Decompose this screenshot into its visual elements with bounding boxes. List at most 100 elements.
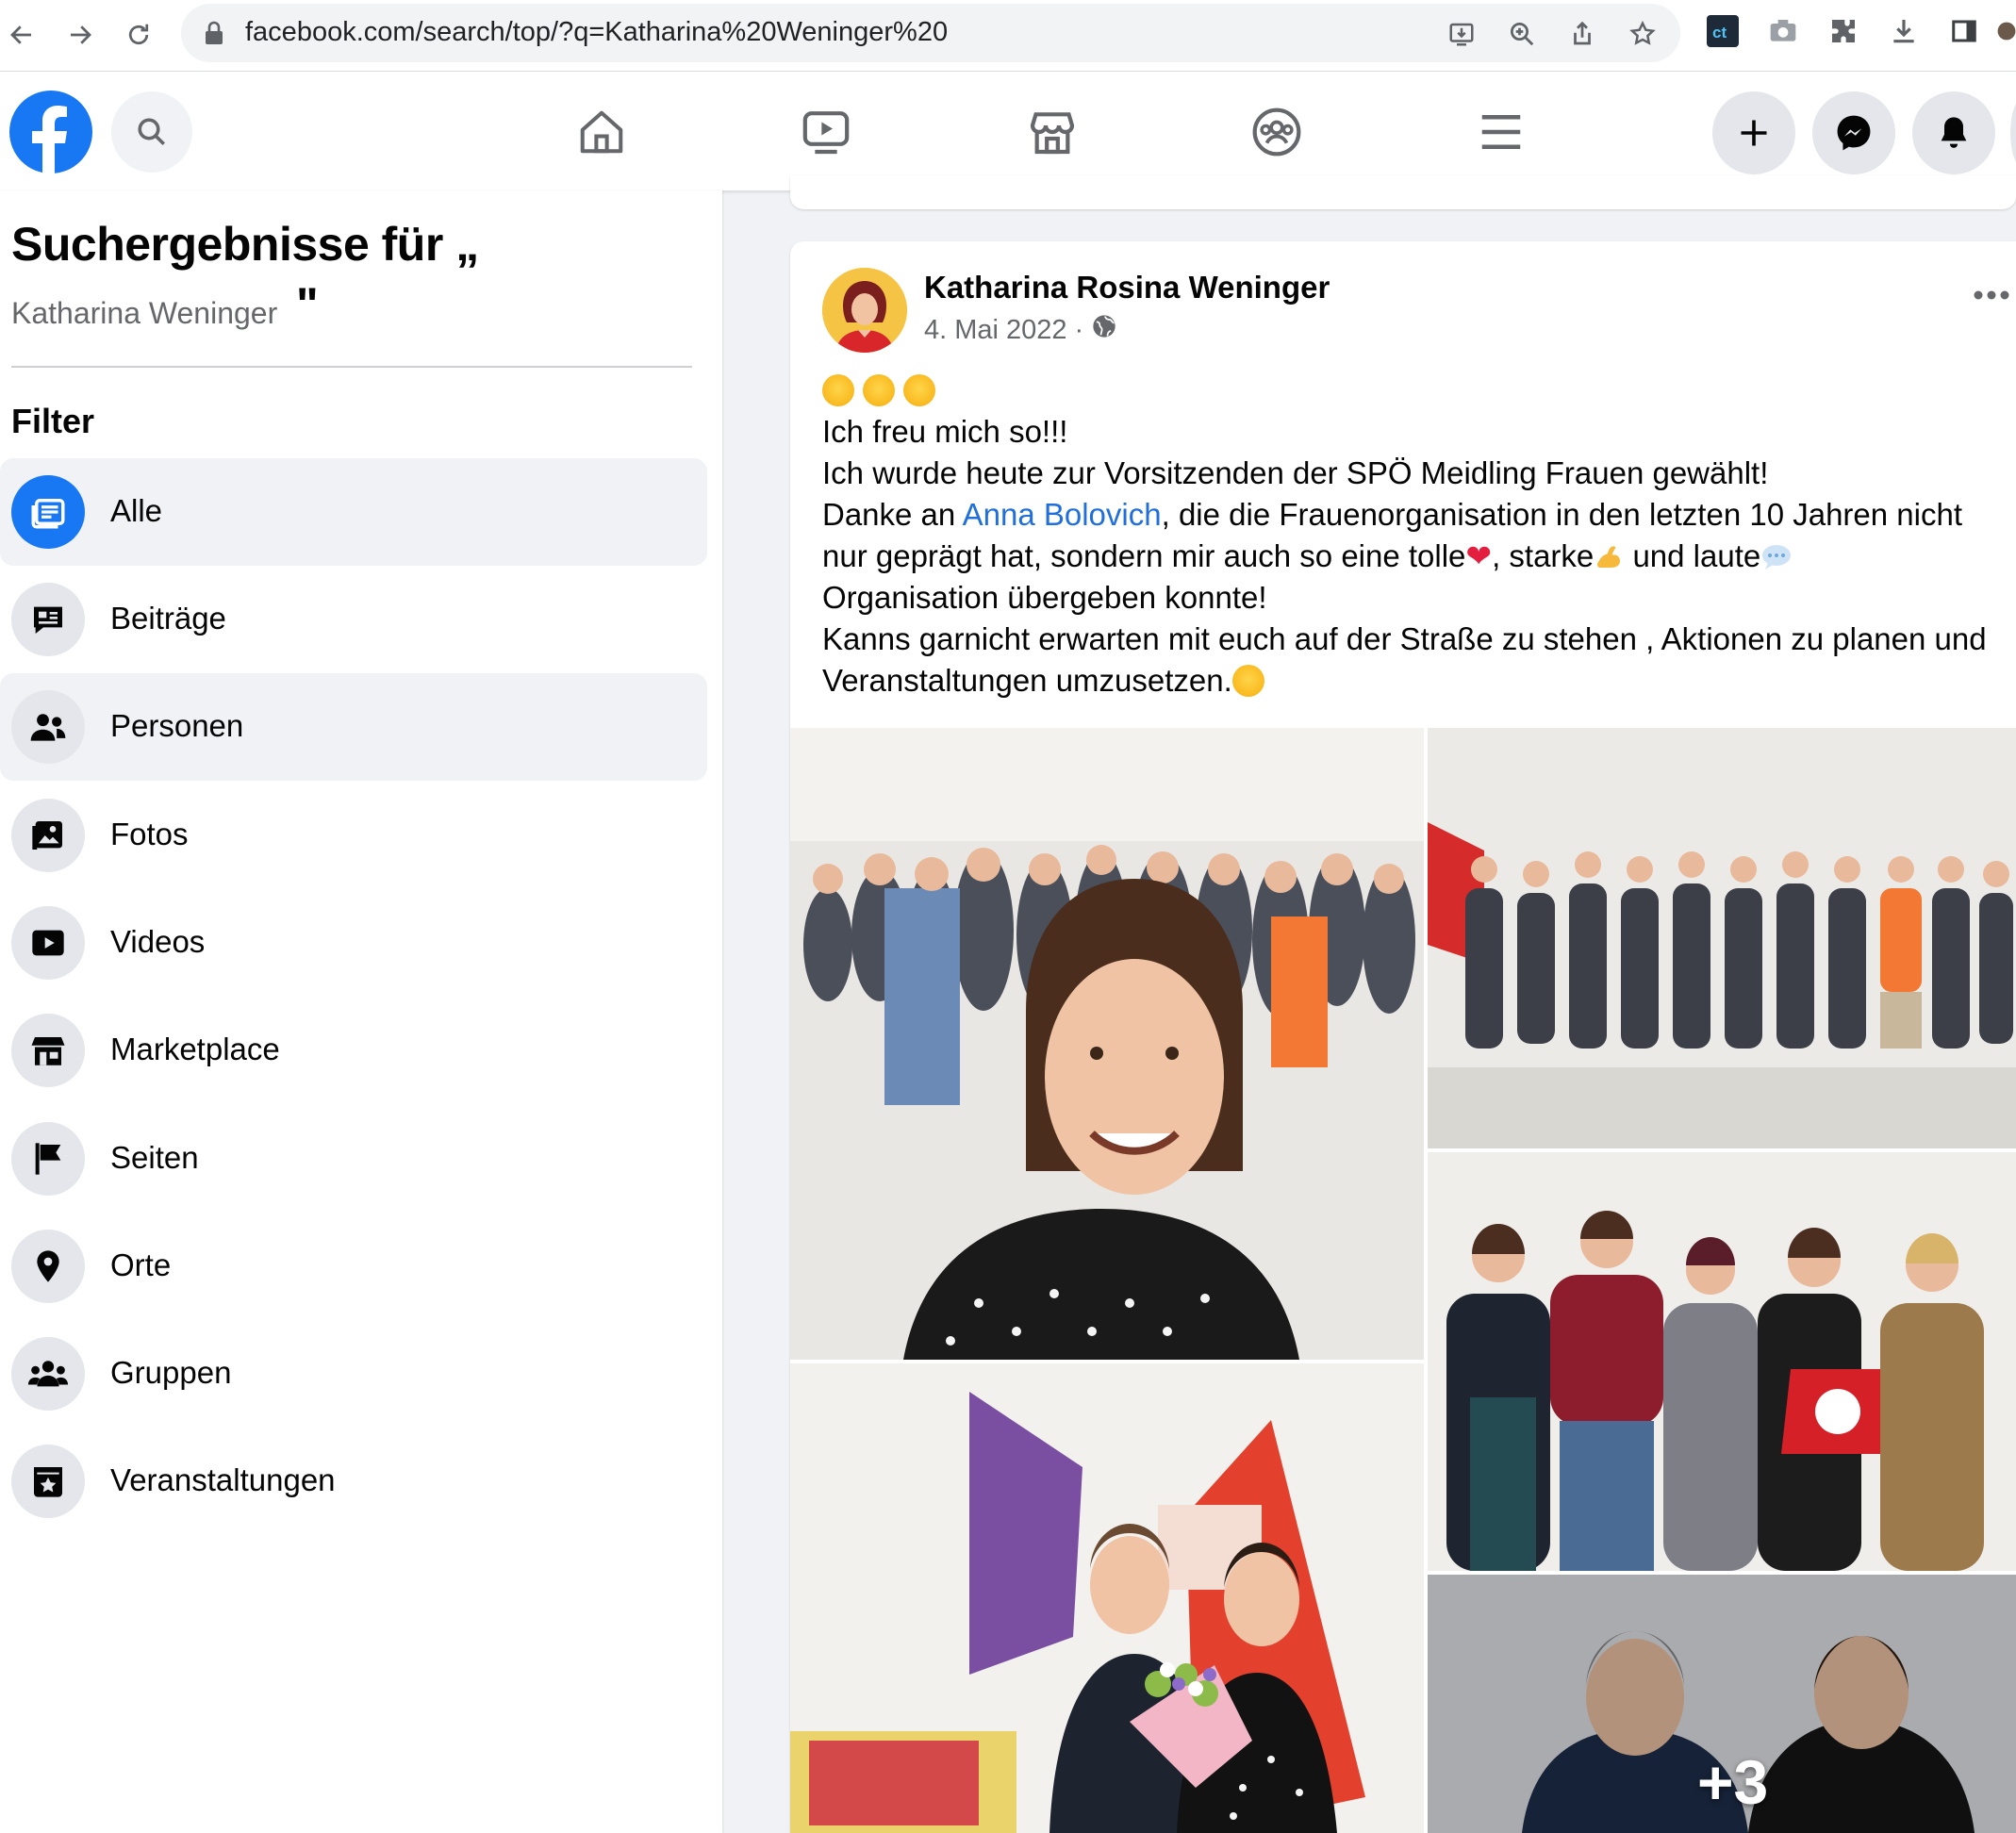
filter-item-gruppen[interactable]: Gruppen xyxy=(0,1320,707,1428)
notifications-bell-icon[interactable] xyxy=(1912,91,1995,174)
extensions-puzzle-icon[interactable] xyxy=(1827,15,1859,47)
svg-text:ct: ct xyxy=(1712,24,1727,41)
more-options-icon[interactable] xyxy=(1973,289,2016,307)
reload-icon[interactable] xyxy=(117,13,160,57)
post-line: Kanns garnicht erwarten mit euch auf der… xyxy=(822,621,1987,656)
filter-label: Marketplace xyxy=(110,1032,280,1066)
facebook-logo-icon[interactable] xyxy=(9,91,92,173)
filter-label: Gruppen xyxy=(110,1355,232,1390)
flag-icon xyxy=(11,1122,85,1196)
text-span: Danke an xyxy=(822,497,963,532)
filter-item-beitraege[interactable]: Beiträge xyxy=(0,566,707,673)
emoji-row xyxy=(822,370,2016,411)
text-span: , die die Frauenorganisation in den letz… xyxy=(1161,497,1963,532)
install-app-icon[interactable] xyxy=(1446,19,1477,49)
messenger-icon[interactable] xyxy=(1812,91,1895,174)
browser-toolbar: facebook.com/search/top/?q=Katharina%20W… xyxy=(0,0,2016,72)
create-plus-icon[interactable] xyxy=(1712,91,1795,174)
download-icon[interactable] xyxy=(1888,15,1920,47)
home-icon[interactable] xyxy=(568,98,636,166)
video-play-icon xyxy=(11,906,85,980)
star-struck-icon xyxy=(1231,665,1264,697)
photo-grid: +3 xyxy=(790,728,2016,1833)
groups-nav-icon[interactable] xyxy=(1243,98,1311,166)
filter-item-seiten[interactable]: Seiten xyxy=(0,1105,707,1213)
post-card: Katharina Rosina Weninger 4. Mai 2022 · … xyxy=(790,241,2016,1833)
page-title: Suchergebnisse für „ xyxy=(11,218,479,271)
share-icon[interactable] xyxy=(1567,19,1597,49)
photos-icon xyxy=(11,799,85,872)
partying-face-icon xyxy=(822,374,854,406)
photo-group-selfie[interactable] xyxy=(790,728,1424,1360)
side-panel-icon[interactable] xyxy=(1948,15,1980,47)
text-span: Veranstaltungen umzusetzen. xyxy=(822,663,1232,698)
forward-arrow-icon[interactable] xyxy=(58,13,102,57)
facebook-top-bar xyxy=(0,72,2016,190)
text-span: und laute xyxy=(1624,538,1761,573)
watch-video-icon[interactable] xyxy=(792,98,860,166)
search-sidebar: Suchergebnisse für „ Katharina Weninger … xyxy=(0,190,722,1833)
post-text: Ich freu mich so!!! Ich wurde heute zur … xyxy=(822,370,2016,702)
profile-avatar-icon[interactable] xyxy=(1997,15,2016,47)
partying-face-icon xyxy=(903,374,936,406)
posts-icon xyxy=(11,583,85,656)
marketplace-nav-icon[interactable] xyxy=(1018,98,1086,166)
photo-group-standing[interactable] xyxy=(1428,728,2016,1148)
filter-item-veranstaltungen[interactable]: Veranstaltungen xyxy=(0,1428,707,1535)
mention-link[interactable]: Anna Bolovich xyxy=(963,497,1162,532)
filter-label: Personen xyxy=(110,708,244,743)
url-text[interactable]: facebook.com/search/top/?q=Katharina%20W… xyxy=(245,17,948,48)
filter-item-alle[interactable]: Alle xyxy=(0,458,707,566)
search-query: Katharina Weninger xyxy=(11,296,278,330)
account-avatar[interactable] xyxy=(2010,91,2016,174)
filter-item-marketplace[interactable]: Marketplace xyxy=(0,997,707,1104)
partying-face-icon xyxy=(863,374,896,406)
post-line: Organisation übergeben konnte! xyxy=(822,580,1267,615)
post-line: nur geprägt hat, sondern mir auch so ein… xyxy=(822,536,2016,577)
globe-icon xyxy=(1091,313,1117,347)
heart-icon: ❤ xyxy=(1465,538,1493,573)
groups-icon xyxy=(11,1337,85,1411)
divider xyxy=(11,366,692,368)
filter-label: Beiträge xyxy=(110,601,226,636)
lock-icon xyxy=(204,20,224,51)
ct-extension-icon[interactable]: ct xyxy=(1707,15,1739,47)
camera-extension-icon[interactable] xyxy=(1767,15,1799,47)
filter-label: Alle xyxy=(110,493,163,528)
people-icon xyxy=(11,690,85,764)
filter-item-orte[interactable]: Orte xyxy=(0,1213,707,1320)
marketplace-icon xyxy=(11,1014,85,1087)
filter-label: Orte xyxy=(110,1247,172,1282)
menu-hamburger-icon[interactable] xyxy=(1467,98,1535,166)
back-arrow-icon[interactable] xyxy=(0,13,43,57)
post-line: Ich wurde heute zur Vorsitzenden der SPÖ… xyxy=(822,455,1769,490)
filter-item-personen[interactable]: Personen xyxy=(0,673,707,781)
previous-result-card xyxy=(790,175,2016,209)
more-photos-count: +3 xyxy=(1697,1747,1769,1817)
search-icon[interactable] xyxy=(111,91,192,173)
address-bar[interactable]: facebook.com/search/top/?q=Katharina%20W… xyxy=(181,4,1680,62)
photo-more[interactable]: +3 xyxy=(1428,1575,2016,1833)
bookmark-star-icon[interactable] xyxy=(1628,19,1658,49)
search-results-icon xyxy=(11,475,85,549)
speech-bubble-icon xyxy=(1760,540,1793,570)
text-span: , starke xyxy=(1492,538,1595,573)
post-line: Danke an Anna Bolovich, die die Frauenor… xyxy=(822,494,2016,536)
post-date[interactable]: 4. Mai 2022 xyxy=(924,315,1067,346)
post-author[interactable]: Katharina Rosina Weninger xyxy=(924,270,1330,306)
photo-five-women[interactable] xyxy=(1428,1152,2016,1571)
text-span: nur geprägt hat, sondern mir auch so ein… xyxy=(822,538,1466,573)
filter-label: Videos xyxy=(110,924,206,959)
meta-separator: · xyxy=(1074,314,1084,345)
filter-item-videos[interactable]: Videos xyxy=(0,889,707,997)
flexed-biceps-icon xyxy=(1594,540,1624,570)
filter-heading: Filter xyxy=(11,402,95,440)
zoom-icon[interactable] xyxy=(1507,19,1537,49)
filter-label: Veranstaltungen xyxy=(110,1462,336,1497)
location-pin-icon xyxy=(11,1230,85,1303)
photo-flowers[interactable] xyxy=(790,1363,1424,1833)
filter-item-fotos[interactable]: Fotos xyxy=(0,782,707,889)
author-avatar[interactable] xyxy=(822,268,907,353)
post-line: Ich freu mich so!!! xyxy=(822,414,1068,449)
closing-quote: " xyxy=(296,278,319,331)
